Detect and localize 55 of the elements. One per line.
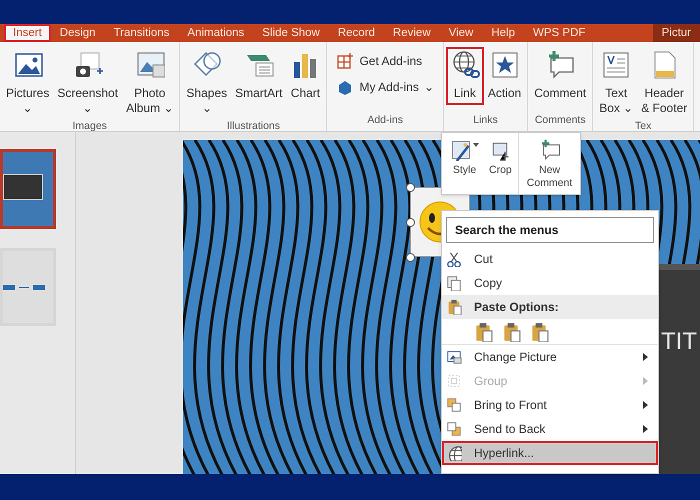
menu-item[interactable]: Bring to Front	[442, 393, 658, 417]
ribbon-button[interactable]: Link	[446, 48, 483, 104]
ribbon-button[interactable]: Comment	[531, 48, 590, 104]
ribbon-tab[interactable]: Insert	[4, 24, 51, 42]
ribbon-tab[interactable]: Design	[50, 24, 105, 42]
ribbon-tab[interactable]: Slide Show	[253, 24, 329, 42]
ribbon-button[interactable]: Action	[484, 48, 524, 104]
ribbon-tab[interactable]: Pictur	[652, 24, 700, 42]
ribbon-button[interactable]: SmartArt	[232, 48, 286, 104]
ribbon-tab[interactable]: Transitions	[104, 24, 178, 42]
toolbar-button[interactable]: New Comment	[518, 133, 576, 194]
menu-section-header: Paste Options:	[442, 295, 658, 319]
ribbon-button[interactable]: Shapes ⌄	[183, 48, 230, 119]
ribbon-tab[interactable]: Help	[482, 24, 524, 42]
group-icon	[446, 373, 462, 389]
slide-thumbnail[interactable]	[0, 149, 56, 229]
globe-link-icon	[446, 445, 462, 461]
ribbon-tab[interactable]: Record	[328, 24, 384, 42]
ribbon-tab[interactable]: View	[440, 24, 482, 42]
ribbon-button[interactable]: Photo Album ⌄	[123, 48, 176, 119]
photo-album-icon	[134, 50, 165, 80]
paint-brush-icon	[450, 139, 472, 161]
menu-item[interactable]: Send to Back	[442, 417, 658, 441]
ribbon-button[interactable]: Header & Footer	[638, 48, 690, 119]
group-label: Illustrations	[226, 119, 280, 131]
clipboard-icon	[446, 299, 462, 315]
menu-item[interactable]: Hyperlink...	[442, 441, 658, 465]
search-field[interactable]: Search the menus	[446, 217, 654, 243]
group-label: Images	[72, 119, 107, 131]
slide-title: TIT	[661, 328, 697, 356]
menu-item[interactable]: Change Picture	[442, 345, 658, 369]
group-label: Add-ins	[367, 113, 403, 128]
ribbon-tab[interactable]: WPS PDF	[524, 24, 594, 42]
group-label: Comments	[534, 113, 586, 128]
group-label: Links	[473, 113, 498, 128]
ribbon-button[interactable]: Screenshot ⌄	[54, 48, 122, 119]
text-box-icon	[601, 50, 632, 80]
add-grid-icon	[336, 52, 354, 70]
group-label: Tex	[635, 119, 652, 131]
ribbon-tab[interactable]: Animations	[178, 24, 254, 42]
toolbar-button[interactable]: Crop	[485, 133, 516, 194]
ribbon-button[interactable]: Chart	[287, 48, 324, 104]
send-back-icon	[446, 421, 462, 437]
change-picture-icon	[446, 349, 462, 365]
bring-front-icon	[446, 397, 462, 413]
menu-item[interactable]: Cut	[442, 247, 658, 271]
menu-item[interactable]: Copy	[442, 271, 658, 295]
scissors-icon	[446, 251, 462, 267]
toolbar-button[interactable]: Style	[446, 133, 483, 194]
ribbon-button[interactable]: Text Box ⌄	[596, 48, 636, 119]
ribbon-tab[interactable]: Review	[384, 24, 440, 42]
ribbon-button[interactable]: My Add-ins ⌄	[330, 78, 440, 96]
ribbon-button[interactable]: Get Add-ins	[330, 52, 428, 70]
ribbon-button[interactable]: Pictures ⌄	[3, 48, 52, 119]
copy-icon	[446, 275, 462, 291]
